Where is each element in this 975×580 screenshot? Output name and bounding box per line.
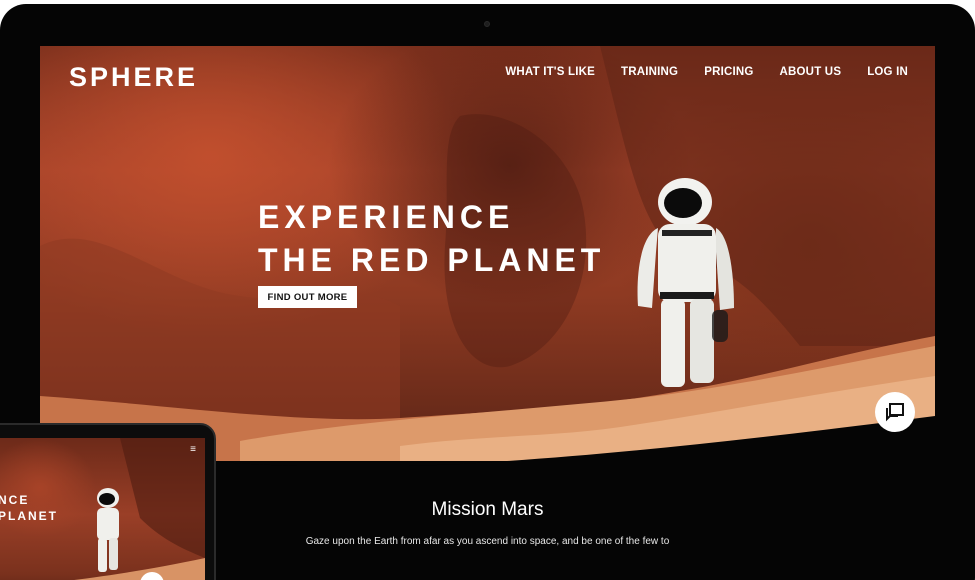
tablet-headline-line-2: PLANET — [0, 509, 58, 523]
tablet-headline: NCE PLANET — [0, 492, 58, 524]
tablet-headline-line-1: NCE — [0, 493, 30, 507]
nav-what-its-like[interactable]: WHAT IT'S LIKE — [505, 66, 595, 78]
chat-icon — [886, 403, 904, 422]
sphere-logo[interactable]: SPHERE — [69, 62, 198, 93]
tablet-screen: ≡ NCE PLANET — [0, 438, 205, 580]
astronaut-figure — [637, 178, 734, 387]
main-nav: WHAT IT'S LIKE TRAINING PRICING ABOUT US… — [505, 66, 908, 78]
chat-button[interactable] — [875, 392, 915, 432]
hero-section: SPHERE WHAT IT'S LIKE TRAINING PRICING A… — [40, 46, 935, 461]
hero-headline: EXPERIENCE THE RED PLANET — [258, 196, 605, 282]
hero-headline-line-1: EXPERIENCE — [258, 199, 515, 235]
hero-headline-line-2: THE RED PLANET — [258, 242, 606, 278]
nav-about-us[interactable]: ABOUT US — [780, 66, 842, 78]
nav-log-in[interactable]: LOG IN — [867, 66, 908, 78]
webcam-icon — [484, 21, 490, 27]
nav-pricing[interactable]: PRICING — [704, 66, 753, 78]
hamburger-menu-icon[interactable]: ≡ — [190, 445, 196, 455]
nav-training[interactable]: TRAINING — [621, 66, 678, 78]
tablet-chat-button[interactable] — [140, 572, 164, 580]
tablet-device: ≡ NCE PLANET — [0, 423, 216, 580]
find-out-more-button[interactable]: FIND OUT MORE — [258, 286, 357, 308]
